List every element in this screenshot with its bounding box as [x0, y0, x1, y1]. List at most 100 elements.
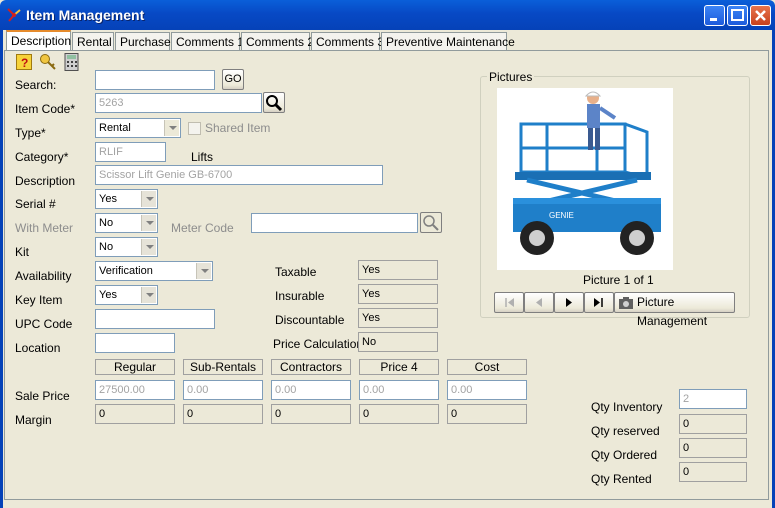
item-code-lookup-button[interactable]: [263, 92, 285, 113]
item-photo[interactable]: GENIE: [497, 88, 673, 270]
close-button[interactable]: [750, 5, 771, 26]
insurable-value: Yes: [358, 284, 438, 304]
meter-code-input[interactable]: [251, 213, 418, 233]
pricing-header-price-4: Price 4: [359, 359, 439, 375]
previous-picture-button[interactable]: [524, 292, 554, 313]
serial-select[interactable]: Yes: [95, 189, 158, 209]
qty-inventory-label: Qty Inventory: [591, 400, 663, 414]
shared-item-checkbox[interactable]: [188, 122, 201, 135]
title-bar[interactable]: Item Management: [0, 0, 775, 30]
calculator-icon[interactable]: [64, 53, 80, 71]
description-label: Description: [15, 174, 76, 188]
key-item-label: Key Item: [15, 293, 63, 307]
pricing-header-cost: Cost: [447, 359, 527, 375]
next-icon: [566, 298, 572, 307]
tab-purchase[interactable]: Purchase: [115, 32, 171, 50]
tab-preventive-maintenance[interactable]: Preventive Maintenance: [381, 32, 515, 50]
availability-value: Verification: [99, 265, 153, 277]
picture-counter: Picture 1 of 1: [583, 273, 654, 287]
category-field[interactable]: RLIF: [95, 142, 166, 162]
search-input[interactable]: [95, 70, 215, 90]
type-value: Rental: [99, 122, 131, 134]
sale-price-sub-rentals[interactable]: 0.00: [183, 380, 263, 400]
previous-icon: [536, 298, 542, 307]
pricing-header-contractors: Contractors: [271, 359, 351, 375]
qty-ordered-value: 0: [679, 438, 747, 458]
meter-code-label: Meter Code: [171, 221, 234, 235]
help-icon[interactable]: ?: [16, 54, 32, 70]
tab-comments-2[interactable]: Comments 2: [241, 32, 314, 50]
availability-label: Availability: [15, 269, 72, 283]
with-meter-label: With Meter: [15, 221, 74, 235]
maximize-button[interactable]: [727, 5, 748, 26]
margin-price-4: 0: [359, 404, 439, 424]
sale-price-price-4[interactable]: 0.00: [359, 380, 439, 400]
qty-inventory-field[interactable]: 2: [679, 389, 747, 409]
sale-price-regular[interactable]: 27500.00: [95, 380, 175, 400]
shared-item-label: Shared Item: [205, 121, 271, 135]
discountable-label: Discountable: [275, 313, 345, 327]
item-code-label: Item Code*: [15, 102, 76, 116]
last-picture-button[interactable]: [584, 292, 614, 313]
first-picture-button[interactable]: [494, 292, 524, 313]
pricing-header-regular: Regular: [95, 359, 175, 375]
category-name: Lifts: [191, 150, 214, 164]
window-title: Item Management: [26, 7, 145, 23]
location-label: Location: [15, 341, 61, 355]
type-label: Type*: [15, 126, 46, 140]
availability-select[interactable]: Verification: [95, 261, 213, 281]
picture-management-label: Picture Management: [637, 295, 708, 328]
last-icon: [594, 298, 603, 307]
discountable-value: Yes: [358, 308, 438, 328]
qty-reserved-value: 0: [679, 414, 747, 434]
minimize-button[interactable]: [704, 5, 725, 26]
sale-price-contractors[interactable]: 0.00: [271, 380, 351, 400]
tab-rental[interactable]: Rental: [72, 32, 114, 50]
next-picture-button[interactable]: [554, 292, 584, 313]
tab-comments-1[interactable]: Comments 1: [171, 32, 244, 50]
qty-ordered-label: Qty Ordered: [591, 448, 658, 462]
description-field[interactable]: Scissor Lift Genie GB-6700: [95, 165, 383, 185]
item-code-field[interactable]: 5263: [95, 93, 262, 113]
price-calculation-label: Price Calculation: [273, 337, 364, 351]
chevron-down-icon: [141, 287, 156, 303]
serial-label: Serial #: [15, 197, 56, 211]
margin-contractors: 0: [271, 404, 351, 424]
chevron-down-icon: [141, 191, 156, 207]
svg-text:?: ?: [21, 56, 28, 70]
kit-select[interactable]: No: [95, 237, 158, 257]
type-select[interactable]: Rental: [95, 118, 181, 138]
location-input[interactable]: [95, 333, 175, 353]
serial-value: Yes: [99, 193, 117, 205]
minimize-icon: [710, 18, 717, 21]
margin-cost: 0: [447, 404, 527, 424]
go-button[interactable]: GO: [222, 69, 244, 90]
maximize-icon: [731, 9, 744, 21]
kit-label: Kit: [15, 245, 30, 259]
kit-value: No: [99, 241, 114, 253]
magnifier-icon: [423, 215, 439, 231]
upc-label: UPC Code: [15, 317, 73, 331]
chevron-down-icon: [164, 120, 179, 136]
with-meter-select[interactable]: No: [95, 213, 158, 233]
pictures-title: Pictures: [487, 70, 535, 84]
camera-icon: [619, 297, 633, 309]
chevron-down-icon: [196, 263, 211, 279]
chevron-down-icon: [141, 239, 156, 255]
picture-management-button[interactable]: Picture Management: [614, 292, 735, 328]
sale-price-cost[interactable]: 0.00: [447, 380, 527, 400]
tab-description[interactable]: Description: [6, 30, 71, 50]
search-key-icon[interactable]: [39, 53, 57, 71]
pricing-header-sub-rentals: Sub-Rentals: [183, 359, 263, 375]
upc-input[interactable]: [95, 309, 215, 329]
with-meter-value: No: [99, 217, 114, 229]
taxable-label: Taxable: [275, 265, 317, 279]
meter-code-lookup-button[interactable]: [420, 212, 442, 233]
margin-label: Margin: [15, 413, 52, 427]
key-item-select[interactable]: Yes: [95, 285, 158, 305]
app-icon: [7, 8, 21, 22]
tab-comments-3[interactable]: Comments 3: [311, 32, 384, 50]
key-item-value: Yes: [99, 289, 117, 301]
search-label: Search:: [15, 78, 57, 92]
first-icon: [505, 298, 514, 307]
